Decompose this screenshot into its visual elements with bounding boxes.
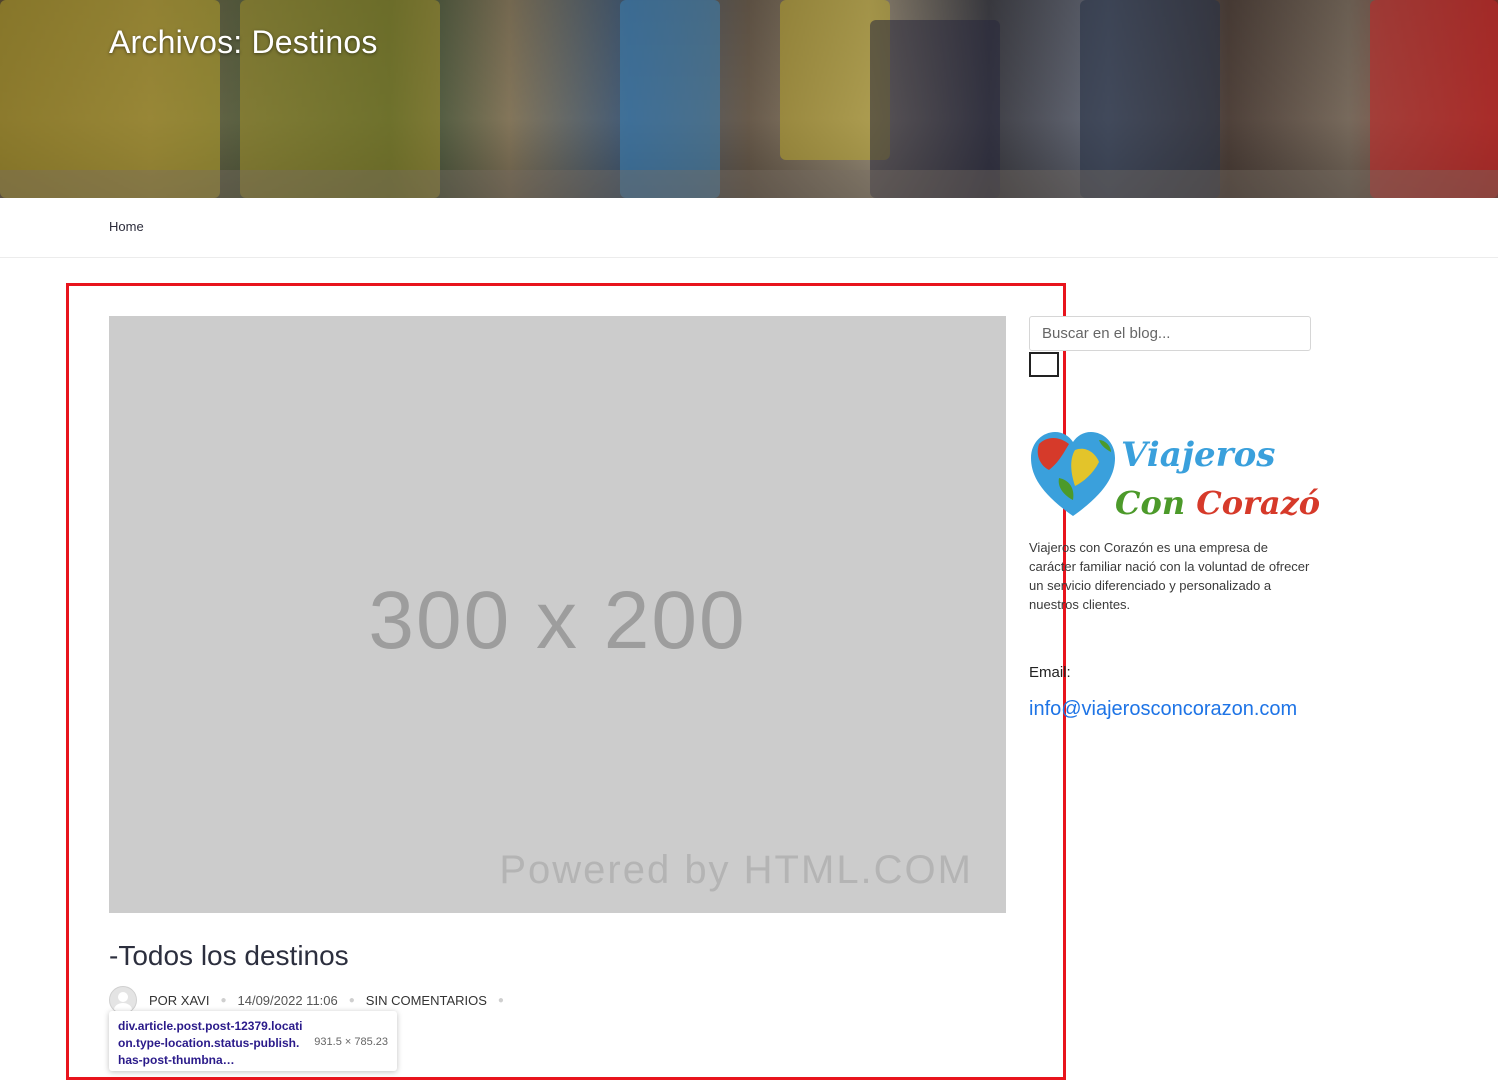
inspector-selector-text: div.article.post.post-12379.location.typ… <box>118 1019 303 1067</box>
meta-separator-dot: ● <box>220 994 227 1006</box>
post-thumbnail[interactable]: 300 x 200 Powered by HTML.COM <box>109 316 1006 913</box>
hero-photo-road <box>0 170 1498 198</box>
post-author[interactable]: POR XAVI <box>149 993 209 1008</box>
inspector-tooltip: div.article.post.post-12379.location.typ… <box>109 1011 397 1071</box>
post-date: 14/09/2022 11:06 <box>237 992 338 1008</box>
hero-banner: Archivos: Destinos <box>0 0 1498 198</box>
site-logo[interactable]: Viajeros Con Corazón <box>1029 426 1319 526</box>
inspector-dimensions-text: 931.5 × 785.23 <box>314 1036 388 1048</box>
logo-text-con-corazon: Con Corazón <box>1115 484 1319 522</box>
hero-photo-pedestrian <box>620 0 720 198</box>
hero-photo-rider <box>1370 0 1498 198</box>
author-avatar <box>109 986 137 1014</box>
about-text: Viajeros con Corazón es una empresa de c… <box>1029 540 1310 612</box>
page-title: Archivos: Destinos <box>109 24 378 60</box>
meta-separator-dot: ● <box>348 994 355 1006</box>
search-input[interactable] <box>1029 316 1311 351</box>
meta-separator-dot: ● <box>497 994 504 1006</box>
post-comments-link[interactable]: SIN COMENTARIOS <box>366 993 487 1008</box>
breadcrumb-home-link[interactable]: Home <box>109 219 144 234</box>
post-title[interactable]: -Todos los destinos <box>109 940 349 972</box>
hero-photo-rider <box>1080 0 1220 198</box>
post-meta: POR XAVI ● 14/09/2022 11:06 ● SIN COMENT… <box>109 986 515 1014</box>
logo-text-viajeros: Viajeros <box>1121 435 1275 475</box>
thumbnail-size-text: 300 x 200 <box>368 575 747 666</box>
thumbnail-powered-text: Powered by HTML.COM <box>499 848 973 892</box>
search-button[interactable] <box>1029 352 1059 377</box>
email-label: Email: <box>1029 664 1071 681</box>
email-link[interactable]: info@viajerosconcorazon.com <box>1029 698 1297 721</box>
heart-globe-icon <box>1031 432 1115 516</box>
breadcrumb: Home <box>0 198 1498 258</box>
